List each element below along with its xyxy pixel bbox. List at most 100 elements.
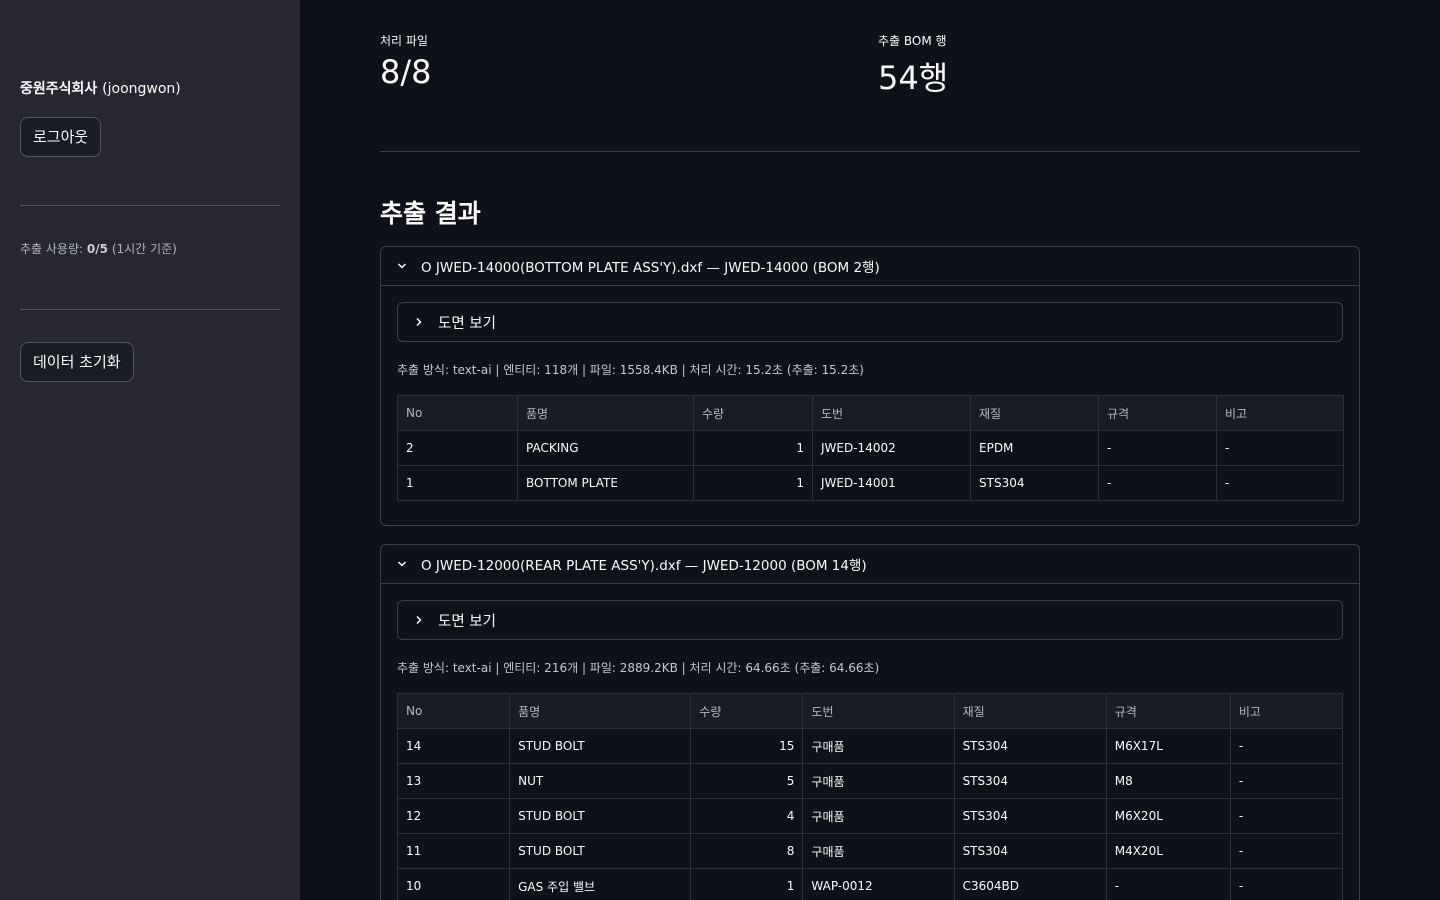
table-cell[interactable]: STS304 — [953, 833, 1107, 869]
table-cell[interactable]: 1 — [690, 868, 804, 900]
table-cell[interactable]: - — [1229, 728, 1344, 764]
table-row: 2 PACKING 1 JWED-14002 EPDM - - — [397, 430, 1344, 466]
table-cell[interactable]: STUD BOLT — [509, 798, 692, 834]
column-header[interactable]: No — [396, 693, 511, 729]
table-cell[interactable]: STS304 — [970, 465, 1099, 501]
table-row: 12 STUD BOLT 4 구매품 STS304 M6X20L - — [396, 798, 1344, 834]
usage-status: 추출 사용량: 0/5 (1시간 기준) — [20, 240, 177, 257]
chevron-right-icon — [414, 317, 424, 327]
table-cell[interactable]: - — [1229, 763, 1344, 799]
view-drawing-label: 도면 보기 — [438, 613, 496, 630]
column-header[interactable]: 규격 — [1105, 693, 1231, 729]
table-cell[interactable]: EPDM — [970, 430, 1099, 466]
chevron-down-icon — [397, 261, 407, 271]
extraction-info: 추출 방식: text-ai | 엔티티: 118개 | 파일: 1558.4K… — [397, 363, 864, 377]
user-id: (joongwon) — [102, 81, 181, 97]
column-header[interactable]: 품명 — [517, 395, 694, 431]
column-header[interactable]: 비고 — [1229, 693, 1344, 729]
table-cell[interactable]: GAS 주입 밸브 — [509, 868, 692, 900]
table-cell[interactable]: 8 — [690, 833, 804, 869]
table-cell[interactable]: - — [1229, 833, 1344, 869]
column-header[interactable]: 도번 — [812, 395, 971, 431]
main-divider — [380, 151, 1360, 152]
column-header[interactable]: 수량 — [693, 395, 813, 431]
result-title: O JWED-12000(REAR PLATE ASS'Y).dxf — JWE… — [421, 558, 867, 574]
view-drawing-expander[interactable]: 도면 보기 — [397, 302, 1343, 342]
table-cell[interactable]: 11 — [396, 833, 511, 869]
table-cell[interactable]: BOTTOM PLATE — [517, 465, 694, 501]
table-cell[interactable]: 12 — [396, 798, 511, 834]
reset-data-button[interactable]: 데이터 초기화 — [20, 342, 134, 382]
table-cell[interactable]: JWED-14001 — [812, 465, 971, 501]
usage-value: 0/5 — [86, 242, 108, 256]
table-row: 10 GAS 주입 밸브 1 WAP-0012 C3604BD - - — [396, 868, 1344, 900]
table-row: 14 STUD BOLT 15 구매품 STS304 M6X17L - — [396, 728, 1344, 764]
table-cell[interactable]: JWED-14002 — [812, 430, 971, 466]
table-cell[interactable]: 14 — [396, 728, 511, 764]
view-drawing-expander[interactable]: 도면 보기 — [397, 600, 1343, 640]
metric-value: 54행 — [878, 59, 949, 97]
column-header[interactable]: 도번 — [802, 693, 955, 729]
table-cell[interactable]: - — [1216, 430, 1344, 466]
chevron-right-icon — [414, 615, 424, 625]
table-cell[interactable]: - — [1105, 868, 1231, 900]
result-expander: O JWED-14000(BOTTOM PLATE ASS'Y).dxf — J… — [380, 246, 1360, 526]
table-cell[interactable]: 구매품 — [802, 833, 955, 869]
column-header[interactable]: 수량 — [690, 693, 804, 729]
table-cell[interactable]: 15 — [690, 728, 804, 764]
table-cell[interactable]: PACKING — [517, 430, 694, 466]
table-cell[interactable]: - — [1216, 465, 1344, 501]
column-header[interactable]: 재질 — [970, 395, 1099, 431]
column-header[interactable]: 규격 — [1098, 395, 1217, 431]
table-cell[interactable]: - — [1098, 465, 1217, 501]
table-cell[interactable]: STS304 — [953, 763, 1107, 799]
result-title: O JWED-14000(BOTTOM PLATE ASS'Y).dxf — J… — [421, 260, 880, 276]
table-cell[interactable]: STS304 — [953, 728, 1107, 764]
table-cell[interactable]: STS304 — [953, 798, 1107, 834]
table-cell[interactable]: 1 — [397, 465, 518, 501]
table-cell[interactable]: 2 — [397, 430, 518, 466]
logout-button[interactable]: 로그아웃 — [20, 117, 102, 157]
table-cell[interactable]: STUD BOLT — [509, 833, 692, 869]
table-cell[interactable]: 구매품 — [802, 763, 955, 799]
table-cell[interactable]: - — [1098, 430, 1217, 466]
table-cell[interactable]: STUD BOLT — [509, 728, 692, 764]
table-cell[interactable]: M6X20L — [1105, 798, 1231, 834]
column-header[interactable]: No — [397, 395, 518, 431]
table-cell[interactable]: C3604BD — [953, 868, 1107, 900]
table-cell[interactable]: 1 — [693, 430, 813, 466]
sidebar: 중원주식회사 (joongwon) 로그아웃 추출 사용량: 0/5 (1시간 … — [0, 0, 300, 900]
usage-note: (1시간 기준) — [111, 242, 177, 256]
column-header[interactable]: 품명 — [509, 693, 692, 729]
sidebar-divider — [20, 309, 280, 310]
table-cell[interactable]: M4X20L — [1105, 833, 1231, 869]
table-cell[interactable]: WAP-0012 — [802, 868, 955, 900]
result-expander-header[interactable]: O JWED-12000(REAR PLATE ASS'Y).dxf — JWE… — [381, 545, 1359, 584]
table-cell[interactable]: - — [1229, 868, 1344, 900]
metric-bom-rows: 추출 BOM 행 54행 — [878, 32, 948, 99]
view-drawing-label: 도면 보기 — [438, 315, 496, 332]
table-row: 1 BOTTOM PLATE 1 JWED-14001 STS304 - - — [397, 465, 1344, 501]
column-header[interactable]: 재질 — [953, 693, 1107, 729]
table-cell[interactable]: M8 — [1105, 763, 1231, 799]
column-header[interactable]: 비고 — [1216, 395, 1344, 431]
bom-table: No 품명 수량 도번 재질 규격 비고 14 STUD BOLT 15 구매품… — [396, 693, 1344, 900]
table-cell[interactable]: - — [1229, 798, 1344, 834]
table-cell[interactable]: 구매품 — [802, 798, 955, 834]
table-cell[interactable]: M6X17L — [1105, 728, 1231, 764]
result-body: 도면 보기 추출 방식: text-ai | 엔티티: 216개 | 파일: 2… — [381, 584, 1359, 900]
table-cell[interactable]: 13 — [396, 763, 511, 799]
table-header-row: No 품명 수량 도번 재질 규격 비고 — [397, 395, 1344, 431]
app-root: 중원주식회사 (joongwon) 로그아웃 추출 사용량: 0/5 (1시간 … — [0, 0, 1440, 900]
table-cell[interactable]: 5 — [690, 763, 804, 799]
sidebar-divider — [20, 205, 280, 206]
result-expander-header[interactable]: O JWED-14000(BOTTOM PLATE ASS'Y).dxf — J… — [381, 247, 1359, 286]
chevron-down-icon — [397, 559, 407, 569]
table-cell[interactable]: NUT — [509, 763, 692, 799]
table-cell[interactable]: 10 — [396, 868, 511, 900]
table-cell[interactable]: 4 — [690, 798, 804, 834]
table-cell[interactable]: 구매품 — [802, 728, 955, 764]
metric-label: 추출 BOM 행 — [878, 34, 947, 48]
table-cell[interactable]: 1 — [693, 465, 813, 501]
metric-value: 8/8 — [380, 53, 432, 91]
